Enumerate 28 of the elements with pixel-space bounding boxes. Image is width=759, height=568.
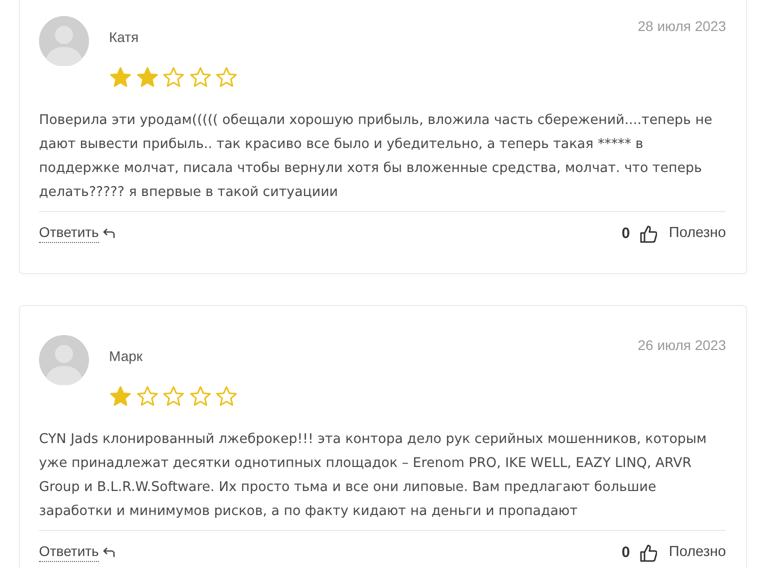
like-count: 0 — [622, 225, 630, 242]
review-date: 26 июля 2023 — [638, 337, 726, 353]
star-empty-icon — [162, 385, 185, 408]
star-empty-icon — [215, 385, 238, 408]
star-empty-icon — [188, 385, 212, 408]
review-date: 28 июля 2023 — [638, 18, 726, 34]
star-empty-icon — [136, 385, 158, 408]
star-empty-icon — [188, 66, 212, 89]
star-filled-icon — [109, 66, 132, 89]
avatar-icon — [39, 16, 89, 66]
helpful-label: Полезно — [668, 225, 726, 242]
author-name: Марк — [109, 348, 144, 364]
reply-arrow-icon — [102, 228, 115, 239]
like-count: 0 — [622, 544, 630, 561]
reply-link[interactable]: Ответить — [39, 543, 99, 562]
review-text: CYN Jads клонированный лжеброкер!!! эта контора дело рук серийных мошенников, которым уже принадлежат десятки однотипных площадок – Erenom PRO, IKE WELL, EAZY LINQ, ARVR Group и B.L.R.W.Software. Их просто тьма и все они липовые. Вам предлагают большие заработки и минимумов рисков, а по факту кидают на деньги и пропадают — [39, 428, 726, 531]
star-empty-icon — [215, 66, 238, 89]
star-empty-icon — [162, 66, 185, 89]
reply-arrow-icon — [102, 547, 115, 558]
avatar-icon — [39, 335, 89, 385]
star-filled-icon — [136, 66, 158, 89]
star-filled-icon — [109, 385, 132, 408]
review-text: Поверила эти уродам((((( обещали хорошую прибыль, вложила часть сбережений....теперь не дают вывести прибыль.. так красиво все было и убедительно, а теперь такая ***** в поддержке молчат, писала чтобы вернули хотя бы вложенные средства, молчат. что теперь делать????? я впервые в такой ситуациии — [39, 109, 726, 212]
author-name: Катя — [109, 29, 140, 45]
like-button[interactable] — [640, 544, 657, 562]
like-button[interactable] — [640, 224, 657, 242]
reply-link[interactable]: Ответить — [39, 224, 99, 243]
helpful-label: Полезно — [668, 544, 726, 561]
